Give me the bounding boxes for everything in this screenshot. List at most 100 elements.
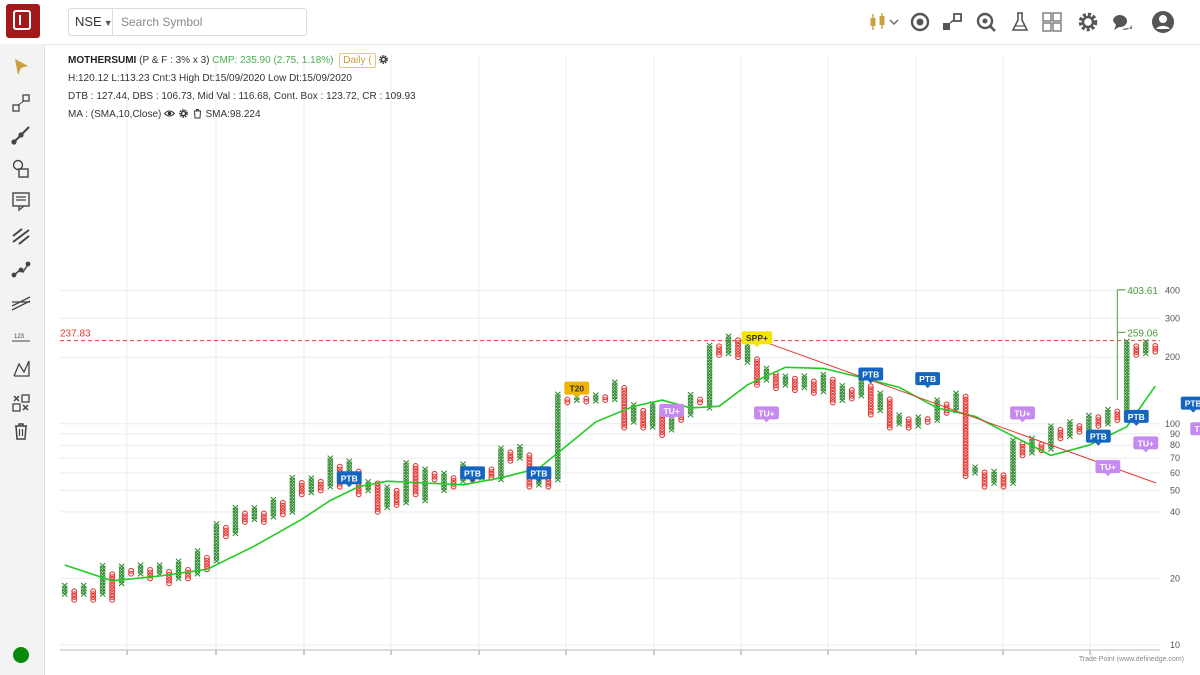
badge-pointer xyxy=(763,419,770,423)
x-box xyxy=(403,474,410,481)
x-box xyxy=(877,396,884,403)
x-box xyxy=(61,585,68,592)
x-box xyxy=(175,566,182,573)
x-box xyxy=(516,452,523,459)
pnf-column xyxy=(412,462,419,498)
badge-pointer xyxy=(1133,422,1140,426)
x-box xyxy=(1028,449,1035,456)
x-box xyxy=(497,450,504,457)
pnf-column xyxy=(260,510,267,525)
badge-pointer xyxy=(1142,449,1149,453)
x-box xyxy=(232,504,239,511)
x-box xyxy=(289,480,296,487)
x-box xyxy=(687,400,694,407)
pnf-column xyxy=(251,504,258,523)
x-box xyxy=(554,397,561,403)
x-box xyxy=(403,499,410,506)
pnf-column xyxy=(365,478,372,494)
badge-pointer xyxy=(573,394,580,398)
x-box xyxy=(687,411,694,418)
x-box xyxy=(1085,418,1092,425)
interval-select[interactable]: Daily ( xyxy=(339,53,376,68)
trash-icon[interactable] xyxy=(192,108,203,119)
chart-info-panel: MOTHERSUMI (P & F : 3% x 3) CMP: 235.90 … xyxy=(68,52,416,124)
x-box xyxy=(554,470,561,477)
pnf-column xyxy=(118,563,125,587)
x-box xyxy=(820,379,827,386)
eye-icon[interactable] xyxy=(163,109,176,118)
badge-text: PTB xyxy=(530,468,547,478)
x-box xyxy=(858,384,865,391)
x-box xyxy=(706,359,713,366)
x-box xyxy=(839,391,846,398)
signal-badge-tu: TU+ xyxy=(1133,436,1159,453)
x-box xyxy=(1010,468,1017,475)
x-box xyxy=(611,396,618,403)
x-box xyxy=(630,416,637,423)
gear-icon[interactable] xyxy=(378,54,389,65)
signal-markers: PTB PTB PTB T20 TU+ SPP+ TU+ PTB PTB TU+ PTB TU+ TU+… xyxy=(336,331,1200,488)
x-box xyxy=(554,445,561,452)
x-box xyxy=(270,513,277,520)
x-box xyxy=(308,480,315,487)
signal-badge-ptb: PTB xyxy=(1180,396,1200,413)
pnf-column xyxy=(308,475,315,496)
x-box xyxy=(327,466,334,473)
pnf-column xyxy=(156,562,163,577)
ma-value: SMA:98.224 xyxy=(205,109,261,120)
x-box xyxy=(403,459,410,466)
x-box xyxy=(99,571,106,578)
x-box xyxy=(137,565,144,572)
x-box xyxy=(725,333,732,340)
x-box xyxy=(706,387,713,394)
badge-text: TU+ xyxy=(1195,424,1200,434)
x-box xyxy=(384,495,391,502)
x-box xyxy=(687,391,694,398)
x-box xyxy=(99,588,106,595)
x-box xyxy=(156,565,163,572)
x-box xyxy=(327,472,334,479)
ohlc-line: H:120.12 L:113.23 Cnt:3 High Dt:15/09/20… xyxy=(68,73,352,84)
x-box xyxy=(1123,392,1130,399)
gear-icon[interactable] xyxy=(178,108,189,119)
level-line: 237.83 xyxy=(60,329,1160,342)
x-box xyxy=(497,445,504,452)
x-box xyxy=(251,513,258,520)
x-box xyxy=(346,464,353,471)
current-price: CMP: 235.90 (2.75, 1.18%) xyxy=(212,55,334,66)
pnf-column xyxy=(744,342,751,366)
trendline xyxy=(747,335,1157,484)
x-box xyxy=(441,484,448,491)
x-box xyxy=(1010,454,1017,461)
x-box xyxy=(706,356,713,363)
x-box xyxy=(763,368,770,375)
x-box xyxy=(194,562,201,569)
x-box xyxy=(820,374,827,381)
x-box xyxy=(896,415,903,422)
x-box xyxy=(934,417,941,424)
pnf-column xyxy=(896,412,903,427)
pnf-column xyxy=(697,396,704,406)
x-box xyxy=(422,486,429,493)
pnf-column xyxy=(602,394,609,404)
level-label: 237.83 xyxy=(60,329,91,340)
x-box xyxy=(573,397,580,404)
x-box xyxy=(1104,417,1111,424)
pnf-column xyxy=(953,390,960,414)
pnf-column xyxy=(1066,418,1073,440)
x-box xyxy=(497,470,504,477)
x-box xyxy=(1123,341,1130,348)
pnf-column xyxy=(564,396,571,406)
x-box xyxy=(194,553,201,560)
x-box xyxy=(687,394,694,401)
x-box xyxy=(554,391,561,398)
x-box xyxy=(687,397,694,404)
badge-pointer xyxy=(346,484,353,488)
x-box xyxy=(782,379,789,385)
target-line: 403.61 259.06 xyxy=(1116,286,1158,401)
pnf-column xyxy=(232,504,239,537)
x-box xyxy=(403,462,410,469)
x-box xyxy=(706,396,713,403)
x-box xyxy=(346,461,353,468)
pnf-column xyxy=(71,588,78,603)
